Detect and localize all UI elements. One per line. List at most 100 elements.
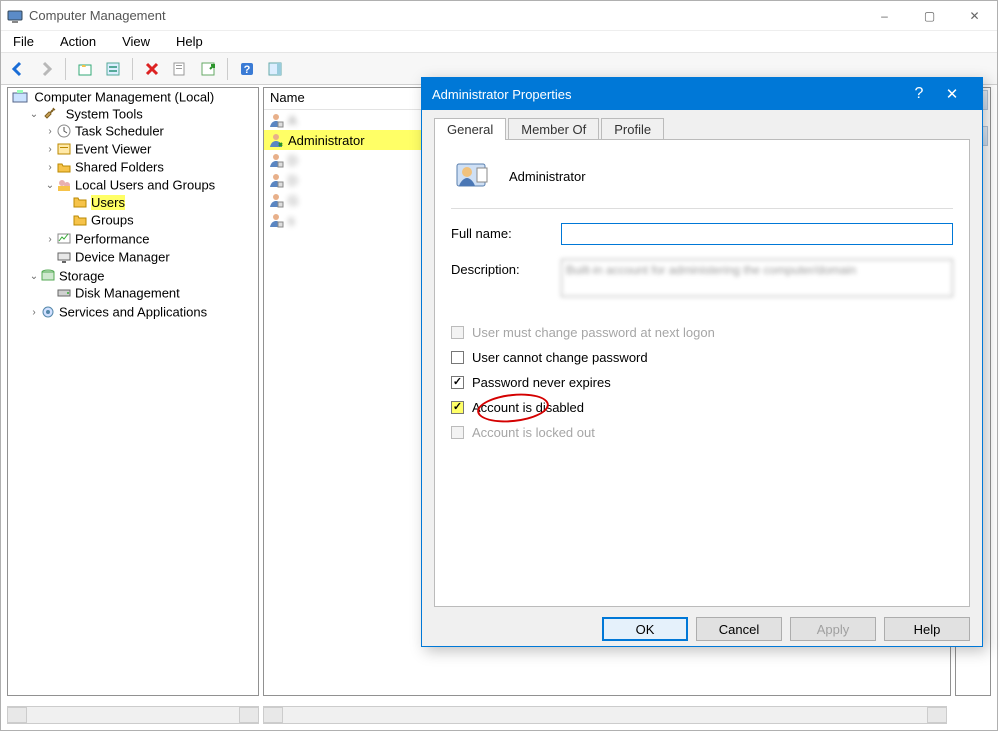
tab-profile[interactable]: Profile — [601, 118, 664, 140]
check-disabled-row[interactable]: Account is disabled — [451, 400, 953, 415]
expand-toggle[interactable]: › — [28, 307, 40, 318]
tree-storage[interactable]: Storage — [59, 269, 105, 284]
event-icon — [56, 141, 72, 157]
check-must-change — [451, 326, 464, 339]
refresh-button[interactable] — [195, 56, 221, 82]
menu-view[interactable]: View — [116, 32, 156, 51]
folder-icon — [72, 212, 88, 228]
user-icon — [268, 212, 284, 228]
tree-system-tools[interactable]: System Tools — [66, 107, 143, 122]
users-group-icon — [56, 177, 72, 193]
folder-icon — [72, 194, 88, 210]
window-title: Computer Management — [29, 8, 862, 23]
expand-toggle[interactable]: › — [44, 126, 56, 137]
check-cannot-change[interactable] — [451, 351, 464, 364]
properties-dialog: Administrator Properties ? ✕ General Mem… — [421, 77, 983, 647]
check-never-expires[interactable] — [451, 376, 464, 389]
expand-toggle[interactable]: › — [44, 144, 56, 155]
user-icon — [268, 112, 284, 128]
expand-toggle[interactable]: ⌄ — [28, 271, 40, 282]
list-item-label: D — [288, 153, 326, 168]
menu-help[interactable]: Help — [170, 32, 209, 51]
check-locked-row: Account is locked out — [451, 425, 953, 440]
toolbar-separator — [132, 58, 133, 80]
disk-icon — [56, 285, 72, 301]
user-avatar-icon — [455, 158, 491, 194]
delete-button[interactable] — [139, 56, 165, 82]
cancel-button[interactable]: Cancel — [696, 617, 782, 641]
apply-button[interactable]: Apply — [790, 617, 876, 641]
tree-users[interactable]: Users — [91, 195, 125, 210]
up-button[interactable] — [72, 56, 98, 82]
list-item-label: A — [288, 113, 326, 128]
help-button[interactable]: ? — [234, 56, 260, 82]
menu-action[interactable]: Action — [54, 32, 102, 51]
check-locked — [451, 426, 464, 439]
dialog-button-row: OK Cancel Apply Help — [422, 607, 982, 651]
menu-file[interactable]: File — [7, 32, 40, 51]
check-cannot-change-row[interactable]: User cannot change password — [451, 350, 953, 365]
window-close-button[interactable]: ✕ — [952, 1, 997, 30]
list-item-label: s — [288, 213, 323, 228]
svg-text:?: ? — [244, 64, 251, 76]
computer-management-window: Computer Management – ▢ ✕ File Action Vi… — [0, 0, 998, 731]
tree-local-users-groups[interactable]: Local Users and Groups — [75, 178, 215, 193]
user-icon — [268, 132, 284, 148]
scrollbars — [7, 706, 991, 724]
description-label: Description: — [451, 259, 561, 277]
forward-button[interactable] — [33, 56, 59, 82]
tree-groups[interactable]: Groups — [91, 213, 134, 228]
tree-hscroll[interactable] — [7, 706, 259, 724]
tree-services-apps[interactable]: Services and Applications — [59, 305, 207, 320]
dialog-close-button[interactable]: ✕ — [932, 85, 972, 103]
check-never-expires-row[interactable]: Password never expires — [451, 375, 953, 390]
wrench-icon — [43, 106, 59, 122]
expand-toggle[interactable]: › — [44, 162, 56, 173]
fullname-input[interactable] — [561, 223, 953, 245]
menubar: File Action View Help — [1, 31, 997, 53]
ok-button[interactable]: OK — [602, 617, 688, 641]
tree-device-manager[interactable]: Device Manager — [75, 250, 170, 265]
list-item-label: G — [288, 193, 327, 208]
dialog-titlebar[interactable]: Administrator Properties ? ✕ — [422, 78, 982, 110]
check-must-change-row: User must change password at next logon — [451, 325, 953, 340]
dialog-help-button[interactable]: ? — [906, 85, 932, 103]
expand-toggle[interactable]: › — [44, 234, 56, 245]
user-icon — [268, 152, 284, 168]
tab-general[interactable]: General — [434, 118, 506, 140]
dialog-title: Administrator Properties — [432, 87, 906, 102]
list-hscroll[interactable] — [263, 706, 947, 724]
tree-event-viewer[interactable]: Event Viewer — [75, 142, 151, 157]
tree-performance[interactable]: Performance — [75, 232, 149, 247]
tab-member-of[interactable]: Member Of — [508, 118, 599, 140]
window-maximize-button[interactable]: ▢ — [907, 1, 952, 30]
device-icon — [56, 249, 72, 265]
check-disabled[interactable] — [451, 401, 464, 414]
expand-toggle[interactable]: ⌄ — [28, 109, 40, 120]
tree-pane[interactable]: Computer Management (Local) ⌄ System Too… — [7, 87, 259, 696]
app-icon — [7, 8, 23, 24]
actionpane-toggle-button[interactable] — [262, 56, 288, 82]
dialog-username: Administrator — [509, 169, 586, 184]
tab-general-pane: Administrator Full name: Description: Bu… — [434, 139, 970, 607]
export-button[interactable] — [167, 56, 193, 82]
user-icon — [268, 192, 284, 208]
toolbar-separator — [227, 58, 228, 80]
tree-shared-folders[interactable]: Shared Folders — [75, 160, 164, 175]
storage-icon — [40, 268, 56, 284]
toolbar-separator — [65, 58, 66, 80]
services-icon — [40, 304, 56, 320]
properties-button[interactable] — [100, 56, 126, 82]
dialog-tabs: General Member Of Profile — [434, 118, 970, 140]
description-input[interactable]: Built-in account for administering the c… — [561, 259, 953, 297]
shared-folder-icon — [56, 159, 72, 175]
expand-toggle[interactable]: ⌄ — [44, 180, 56, 191]
tree-disk-management[interactable]: Disk Management — [75, 286, 180, 301]
back-button[interactable] — [5, 56, 31, 82]
window-minimize-button[interactable]: – — [862, 1, 907, 30]
list-item-label: D — [288, 173, 326, 188]
help-button[interactable]: Help — [884, 617, 970, 641]
performance-icon — [56, 231, 72, 247]
tree-task-scheduler[interactable]: Task Scheduler — [75, 124, 164, 139]
tree-root[interactable]: Computer Management (Local) ⌄ System Too… — [12, 88, 258, 322]
